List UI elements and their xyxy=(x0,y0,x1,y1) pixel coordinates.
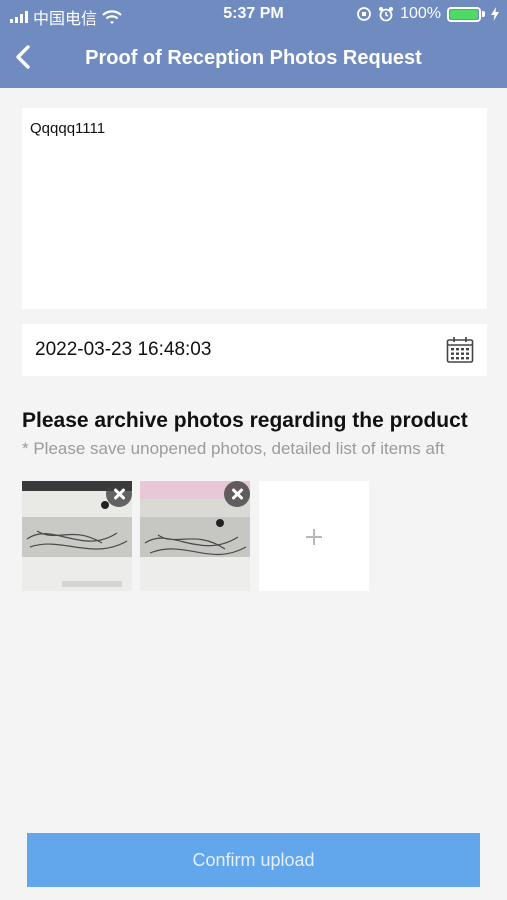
status-bar: 中国电信 5:37 PM 100% xyxy=(0,0,507,30)
confirm-upload-button[interactable]: Confirm upload xyxy=(27,833,480,887)
calendar-icon xyxy=(446,337,474,363)
photo-thumbnail[interactable] xyxy=(140,481,250,591)
date-time-field[interactable]: 2022-03-23 16:48:03 xyxy=(22,324,487,376)
battery-percent: 100% xyxy=(400,5,441,22)
battery-icon xyxy=(447,6,481,22)
navigation-bar: Proof of Reception Photos Request xyxy=(0,30,507,88)
charging-icon xyxy=(491,7,499,21)
orientation-lock-icon xyxy=(357,7,371,21)
photos-section-title: Please archive photos regarding the prod… xyxy=(22,409,468,432)
calendar-button[interactable] xyxy=(446,336,474,364)
date-time-value: 2022-03-23 16:48:03 xyxy=(35,339,212,360)
message-textarea[interactable]: Qqqqq1111 xyxy=(22,108,487,309)
page-title: Proof of Reception Photos Request xyxy=(85,47,422,69)
message-text: Qqqqq1111 xyxy=(30,120,106,137)
add-photo-button[interactable] xyxy=(259,481,369,591)
alarm-icon xyxy=(379,7,394,22)
photo-thumbnail[interactable] xyxy=(22,481,132,591)
remove-photo-button[interactable] xyxy=(224,481,250,507)
battery-cap xyxy=(482,11,485,17)
battery-fill xyxy=(450,9,478,19)
photos-section-hint: * Please save unopened photos, detailed … xyxy=(22,439,445,458)
remove-photo-button[interactable] xyxy=(106,481,132,507)
status-right: 100% xyxy=(356,5,499,23)
